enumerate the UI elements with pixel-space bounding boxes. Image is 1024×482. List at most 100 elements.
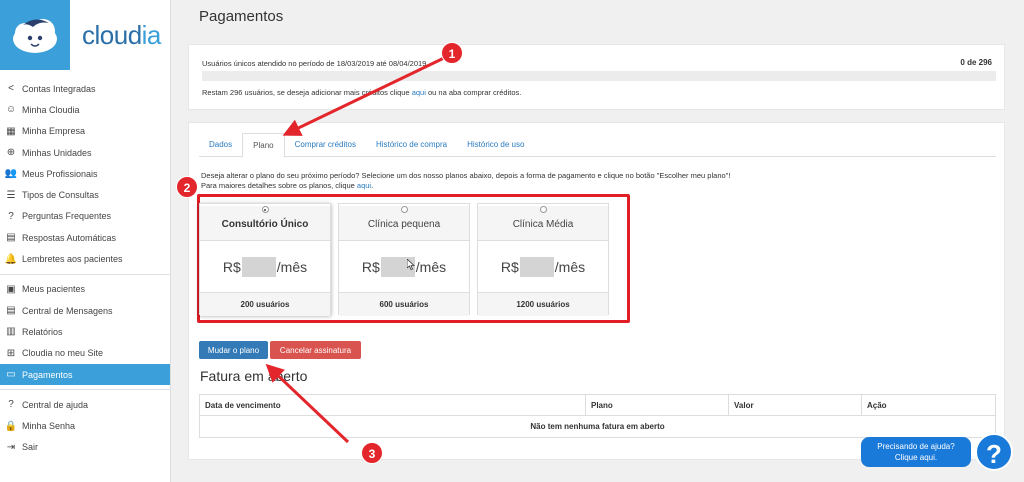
nav-group: < Contas Integradas ☺ Minha Cloudia ▦ Minha E… <box>0 78 170 275</box>
price-currency: R$ <box>361 258 380 275</box>
brand-name: cloudia <box>82 19 161 50</box>
plan-option[interactable]: Clínica Média R$ /mês 1200 usuários <box>477 203 609 316</box>
face-icon: ☺ <box>5 104 17 116</box>
card-icon: ▭ <box>6 369 16 380</box>
sidebar-item-label: Respostas Automáticas <box>22 232 117 243</box>
plan-price: R$ /mês <box>339 241 469 292</box>
sidebar-item-tipos-de-consultas[interactable]: ☰ Tipos de Consultas <box>0 184 170 205</box>
col-action: Ação <box>861 394 996 416</box>
tab-hist-rico-de-compra[interactable]: Histórico de compra <box>366 133 457 157</box>
plan-option[interactable]: Clínica pequena R$ /mês 600 usuários <box>338 203 470 316</box>
sidebar-item-label: Relatórios <box>22 326 63 337</box>
sidebar-item-contas-integradas[interactable]: < Contas Integradas <box>0 78 170 99</box>
sidebar-item-label: Pagamentos <box>22 369 73 380</box>
plan-card: Dados Plano Comprar créditos Histórico de c… <box>188 122 1005 460</box>
help-chat-bubble[interactable]: Precisando de ajuda? Clique aqui. <box>861 437 971 467</box>
sidebar-item-label: Lembretes aos pacientes <box>22 254 123 265</box>
help-circle-icon: ? <box>8 399 14 411</box>
plan-intro: Deseja alterar o plano do seu próximo pe… <box>201 171 731 190</box>
usage-count: 0 de 296 <box>960 58 992 67</box>
sidebar-item-label: Meus Profissionais <box>22 168 98 179</box>
price-period: /mês <box>415 258 447 275</box>
plan-header: Consultório Único <box>200 206 330 241</box>
plan-radio[interactable] <box>539 206 547 213</box>
plan-name: Clínica Média <box>512 219 574 230</box>
sidebar-item-label: Meus pacientes <box>22 284 86 295</box>
nav-group: ? Central de ajuda 🔒 Minha Senha ⇥ Sair <box>0 394 170 462</box>
plan-header: Clínica Média <box>478 206 608 241</box>
list-icon: ☰ <box>6 189 16 201</box>
invoice-title: Fatura em aberto <box>200 368 308 384</box>
credits-link[interactable]: aqui <box>412 88 426 97</box>
sidebar-item-label: Central de ajuda <box>22 399 89 410</box>
nav-group: ▣ Meus pacientes ▤ Central de Mensagens ▥ Rel… <box>0 279 170 391</box>
sidebar-item-central-de-mensagens[interactable]: ▤ Central de Mensagens <box>0 300 170 321</box>
sidebar-item-pagamentos[interactable]: ▭ Pagamentos <box>0 363 170 386</box>
sidebar-item-minha-cloudia[interactable]: ☺ Minha Cloudia <box>0 99 170 120</box>
usage-card: Usuários únicos atendido no período de 1… <box>188 44 1005 110</box>
logo[interactable]: cloudia <box>0 0 170 70</box>
invoice-empty-message: Não tem nenhuma fatura em aberto <box>530 422 665 431</box>
logout-icon: ⇥ <box>6 441 16 453</box>
sidebar-item-perguntas-frequentes[interactable]: ? Perguntas Frequentes <box>0 206 170 227</box>
sidebar-item-cloudia-no-meu-site[interactable]: ⊞ Cloudia no meu Site <box>0 343 170 364</box>
sidebar-item-lembretes-aos-pacientes[interactable]: 🔔 Lembretes aos pacientes <box>0 248 170 269</box>
tab-hist-rico-de-uso[interactable]: Histórico de uso <box>457 133 534 157</box>
tab-dados[interactable]: Dados <box>199 133 242 157</box>
sidebar-item-respostas-autom-ticas[interactable]: ▤ Respostas Automáticas <box>0 227 170 248</box>
sidebar-item-central-de-ajuda[interactable]: ? Central de ajuda <box>0 394 170 415</box>
plan-option[interactable]: Consultório Único R$ /mês 200 usuários <box>199 203 331 316</box>
sidebar-item-label: Contas Integradas <box>22 83 96 94</box>
tab-comprar-cr-ditos[interactable]: Comprar créditos <box>285 133 366 157</box>
sidebar-item-meus-pacientes[interactable]: ▣ Meus pacientes <box>0 279 170 300</box>
change-plan-button[interactable]: Mudar o plano <box>199 341 268 359</box>
sidebar-item-minha-empresa[interactable]: ▦ Minha Empresa <box>0 121 170 142</box>
plan-users: 600 usuários <box>339 292 469 316</box>
sidebar-item-label: Central de Mensagens <box>22 305 113 316</box>
sidebar: cloudia < Contas Integradas ☺ Minha Cloudia… <box>0 0 171 482</box>
price-period: /mês <box>276 258 308 275</box>
mouse-cursor-icon <box>406 258 416 273</box>
plan-users: 1200 usuários <box>478 292 608 316</box>
plan-details-link[interactable]: aqui <box>357 181 371 190</box>
col-value: Valor <box>728 394 862 416</box>
question-icon: ? <box>8 210 14 222</box>
chat-icon: ▤ <box>6 305 16 317</box>
lock-icon: 🔒 <box>4 420 18 432</box>
sidebar-item-minhas-unidades[interactable]: ⊕ Minhas Unidades <box>0 142 170 163</box>
sidebar-item-minha-senha[interactable]: 🔒 Minha Senha <box>0 415 170 436</box>
sidebar-item-label: Minha Senha <box>22 421 76 432</box>
plan-price: R$ /mês <box>200 241 330 292</box>
plan-radio[interactable] <box>400 206 408 213</box>
sidebar-item-meus-profissionais[interactable]: 👥 Meus Profissionais <box>0 163 170 184</box>
cancel-subscription-button[interactable]: Cancelar assinatura <box>270 341 361 359</box>
sidebar-item-label: Sair <box>22 442 39 453</box>
page-title: Pagamentos <box>199 8 284 25</box>
price-currency: R$ <box>222 258 241 275</box>
people-icon: 👥 <box>4 168 18 180</box>
usage-period-label: Usuários únicos atendido no período de 1… <box>202 59 427 68</box>
annotation-badge-2: 2 <box>176 176 198 198</box>
annotation-badge-3: 3 <box>361 442 383 464</box>
sidebar-item-label: Minha Cloudia <box>22 104 80 115</box>
sidebar-item-label: Minha Empresa <box>22 126 86 137</box>
price-currency: R$ <box>500 258 519 275</box>
credits-message: Restam 296 usuários, se deseja adicionar… <box>202 88 522 97</box>
plan-name: Clínica pequena <box>367 219 441 230</box>
store-icon: ▦ <box>6 125 16 137</box>
help-question-icon[interactable]: ? <box>975 433 1013 471</box>
plan-header: Clínica pequena <box>339 206 469 241</box>
widgets-icon: ⊞ <box>6 347 16 359</box>
plan-price: R$ /mês <box>478 241 608 292</box>
tab-plano[interactable]: Plano <box>242 133 285 158</box>
message-icon: ▤ <box>6 232 16 244</box>
contact-icon: ▣ <box>6 283 16 295</box>
col-due-date: Data de vencimento <box>199 394 586 416</box>
plus-circle-icon: ⊕ <box>6 147 16 159</box>
plan-radio[interactable] <box>261 206 269 213</box>
sidebar-item-sair[interactable]: ⇥ Sair <box>0 437 170 458</box>
sidebar-item-relat-rios[interactable]: ▥ Relatórios <box>0 321 170 342</box>
annotation-badge-1: 1 <box>441 42 463 64</box>
share-icon: < <box>8 83 14 95</box>
usage-progress-bar <box>202 71 996 81</box>
